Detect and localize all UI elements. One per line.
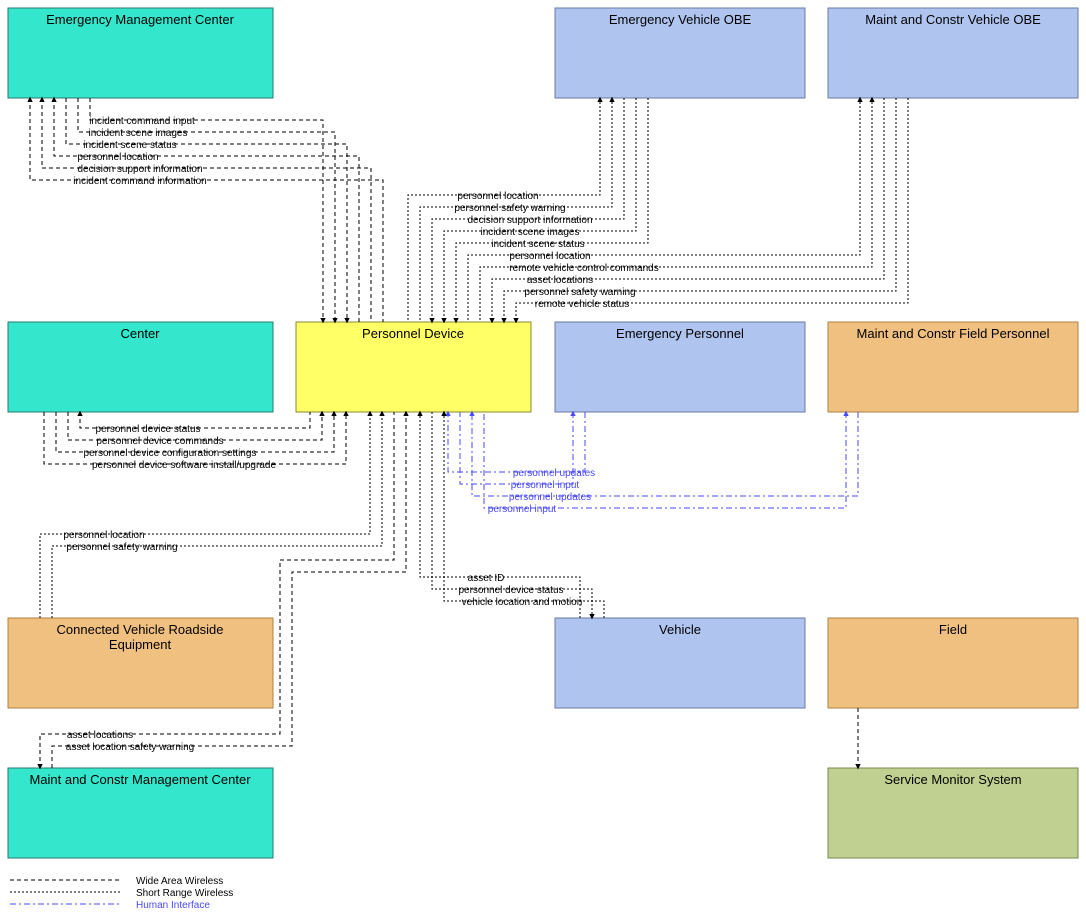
label-sms: Service Monitor System (884, 772, 1021, 787)
flow-emc3: incident scene status (83, 140, 176, 151)
label-evobe: Emergency Vehicle OBE (609, 12, 752, 27)
label-emc: Emergency Management Center (46, 12, 235, 27)
label-pd: Personnel Device (362, 326, 464, 341)
flow-mp2: personnel input (488, 504, 557, 515)
flow-ev3: decision support information (467, 215, 592, 226)
flow-mp1: personnel updates (509, 492, 591, 503)
label-cvre-l1: Connected Vehicle Roadside (57, 622, 224, 637)
flow-mv4: personnel safety warning (524, 287, 635, 298)
flow-ev1: personnel location (457, 191, 538, 202)
flow-cv1: personnel location (63, 530, 144, 541)
label-center: Center (120, 326, 160, 341)
flow-v3: vehicle location and motion (462, 597, 583, 608)
flow-c3: personnel device configuration settings (84, 448, 257, 459)
flow-ep1: personnel updates (513, 468, 595, 479)
legend-hi: Human Interface (136, 900, 210, 911)
flow-emc6: incident command information (73, 176, 206, 187)
flow-c1: personnel device status (95, 424, 200, 435)
label-vehicle: Vehicle (659, 622, 701, 637)
flow-mv2: remote vehicle control commands (509, 263, 659, 274)
flow-ev5: incident scene status (491, 239, 584, 250)
flow-cv2: personnel safety warning (66, 542, 177, 553)
label-mcmc: Maint and Constr Management Center (29, 772, 251, 787)
flow-mv1: personnel location (509, 251, 590, 262)
flow-v1: asset ID (468, 573, 505, 584)
legend: Wide Area Wireless Short Range Wireless … (10, 876, 233, 911)
flow-mc1: asset locations (67, 730, 133, 741)
flow-emc4: personnel location (77, 152, 158, 163)
flow-emc5: decision support information (77, 164, 202, 175)
label-mcfp: Maint and Constr Field Personnel (857, 326, 1050, 341)
flow-emc1: incident command input (89, 116, 195, 127)
label-ep: Emergency Personnel (616, 326, 744, 341)
label-cvre-l2: Equipment (109, 637, 172, 652)
flow-mc2: asset location safety warning (66, 742, 194, 753)
flow-mv5: remote vehicle status (535, 299, 630, 310)
flow-ev4: incident scene images (481, 227, 580, 238)
context-diagram: Emergency Management Center Emergency Ve… (0, 0, 1086, 924)
flow-mv3: asset locations (527, 275, 593, 286)
flow-c4: personnel device software install/upgrad… (92, 460, 276, 471)
flow-emc2: incident scene images (89, 128, 188, 139)
label-mcvobe: Maint and Constr Vehicle OBE (865, 12, 1041, 27)
flows-emc-pd (30, 98, 383, 322)
flow-ep2: personnel input (511, 480, 580, 491)
legend-waw: Wide Area Wireless (136, 876, 223, 887)
legend-srw: Short Range Wireless (136, 888, 233, 899)
flow-ev2: personnel safety warning (454, 203, 565, 214)
label-field: Field (939, 622, 967, 637)
flow-c2: personnel device commands (96, 436, 223, 447)
flow-v2: personnel device status (458, 585, 563, 596)
